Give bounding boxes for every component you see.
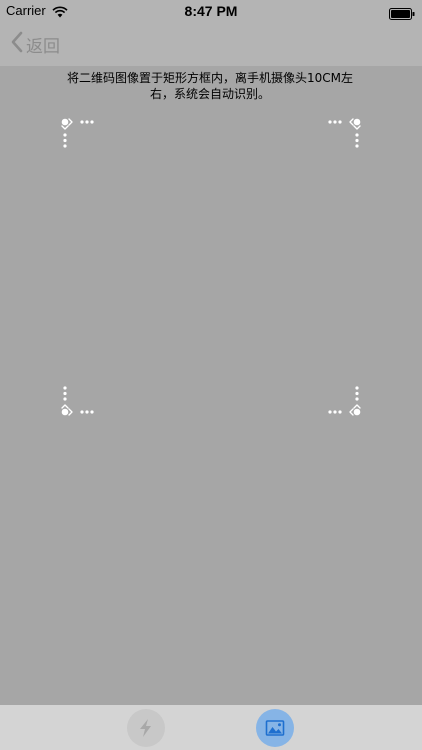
scan-frame-corner-top-left bbox=[60, 116, 100, 156]
instruction-line-1: 将二维码图像置于矩形方框内，离手机摄像头10CM左 bbox=[66, 71, 353, 85]
chevron-left-icon bbox=[10, 31, 24, 57]
bottom-toolbar bbox=[0, 705, 422, 750]
instruction-line-2: 右，系统会自动识别。 bbox=[149, 87, 270, 101]
status-bar: Carrier 8:47 PM bbox=[0, 0, 422, 22]
status-time: 8:47 PM bbox=[184, 3, 238, 19]
navigation-bar: 返回 bbox=[0, 22, 422, 66]
scan-instruction: 将二维码图像置于矩形方框内，离手机摄像头10CM左 右，系统会自动识别。 bbox=[60, 70, 360, 102]
back-label: 返回 bbox=[26, 36, 60, 57]
scan-frame-corner-bottom-left bbox=[60, 378, 100, 418]
album-photo-button[interactable] bbox=[256, 709, 294, 747]
scan-frame-corner-top-right bbox=[322, 116, 362, 156]
scan-frame-corner-bottom-right bbox=[322, 378, 362, 418]
flash-toggle-button[interactable] bbox=[127, 709, 165, 747]
back-button[interactable]: 返回 bbox=[10, 30, 60, 58]
